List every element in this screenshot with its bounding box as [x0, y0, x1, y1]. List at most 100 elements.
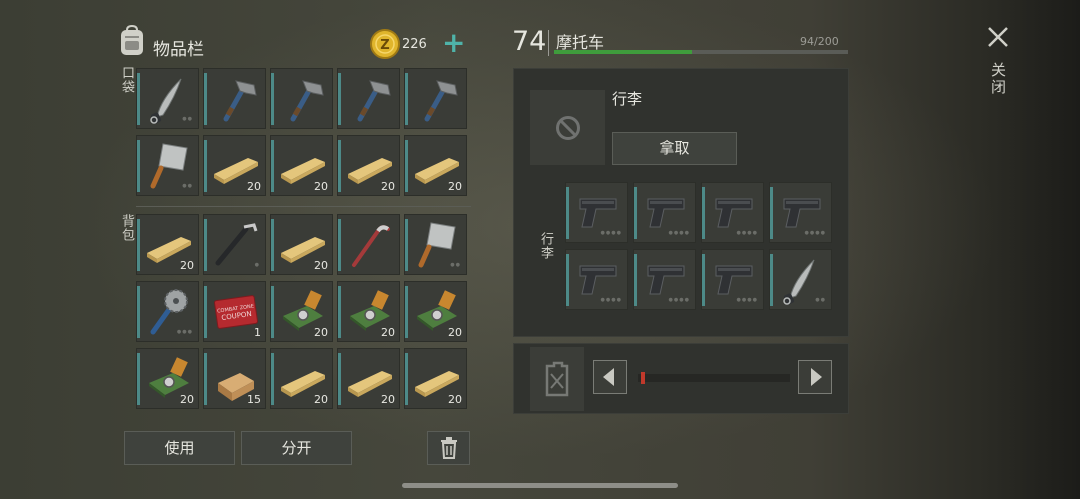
- vehicle-slot[interactable]: ●●●●: [769, 182, 832, 243]
- slot-accent-bar: [405, 140, 408, 192]
- pocket-slot[interactable]: 20: [337, 135, 400, 196]
- section-divider: [136, 206, 471, 207]
- slot-accent-bar: [770, 254, 773, 306]
- split-button[interactable]: 分开: [241, 431, 352, 465]
- add-coins-button[interactable]: +: [442, 26, 465, 60]
- item-count: 20: [448, 326, 462, 339]
- home-indicator: [402, 483, 678, 488]
- backpack-slot[interactable]: ●: [203, 214, 266, 275]
- backpack-slot[interactable]: 20: [337, 281, 400, 342]
- slot-accent-bar: [702, 187, 705, 239]
- coin-count: 226: [402, 37, 427, 52]
- pocket-label: 口袋: [119, 66, 134, 94]
- backpack-slot[interactable]: 20: [404, 281, 467, 342]
- item-count: 20: [180, 393, 194, 406]
- pocket-slot[interactable]: [404, 68, 467, 129]
- pocket-slot[interactable]: 20: [203, 135, 266, 196]
- slot-accent-bar: [271, 140, 274, 192]
- slot-accent-bar: [566, 254, 569, 306]
- fuel-slot: [530, 347, 584, 411]
- backpack-slot[interactable]: 20: [270, 348, 333, 409]
- item-count: 20: [448, 393, 462, 406]
- backpack-slot[interactable]: 20: [270, 214, 333, 275]
- item-count: 20: [381, 180, 395, 193]
- backpack-slot[interactable]: 15: [203, 348, 266, 409]
- durability-dots: ●●●●: [668, 230, 690, 236]
- close-label: 关闭: [989, 62, 1007, 96]
- pocket-slot[interactable]: ●●: [136, 68, 199, 129]
- slot-accent-bar: [271, 353, 274, 405]
- pocket-slot[interactable]: [337, 68, 400, 129]
- durability-dots: ●●●●: [736, 297, 758, 303]
- durability-dots: ●●●●: [600, 230, 622, 236]
- hatchet-icon: [424, 80, 458, 122]
- slot-accent-bar: [271, 73, 274, 125]
- durability-dots: ●●●●: [668, 297, 690, 303]
- vehicle-slot[interactable]: ●●●●: [565, 182, 628, 243]
- item-count: 20: [448, 180, 462, 193]
- item-count: 20: [180, 259, 194, 272]
- hatchet-icon: [290, 80, 324, 122]
- slot-accent-bar: [770, 187, 773, 239]
- slot-accent-bar: [204, 219, 207, 271]
- backpack-slot[interactable]: 20: [270, 281, 333, 342]
- slot-accent-bar: [137, 73, 140, 125]
- pocket-slot[interactable]: 20: [404, 135, 467, 196]
- luggage-title: 行李: [612, 90, 643, 108]
- luggage-preview: [530, 90, 605, 165]
- fuel-decrease-button[interactable]: [593, 360, 627, 394]
- vehicle-level: 74: [512, 26, 547, 57]
- close-icon: [988, 27, 1008, 47]
- vehicle-slot[interactable]: ●●●●: [633, 182, 696, 243]
- take-button[interactable]: 拿取: [612, 132, 737, 165]
- fuel-increase-button[interactable]: [798, 360, 832, 394]
- luggage-side-label: 行李: [538, 232, 553, 260]
- item-count: 20: [381, 393, 395, 406]
- backpack-slot[interactable]: ●●●: [136, 281, 199, 342]
- arrow-left-icon: [603, 368, 614, 386]
- slot-accent-bar: [405, 73, 408, 125]
- fuel-track[interactable]: [638, 374, 790, 382]
- backpack-slot[interactable]: [337, 214, 400, 275]
- slot-accent-bar: [204, 353, 207, 405]
- slot-accent-bar: [634, 254, 637, 306]
- slot-accent-bar: [405, 286, 408, 338]
- durability-dots: ●●●●: [600, 297, 622, 303]
- close-button[interactable]: 关闭: [982, 22, 1014, 102]
- capacity-track: [554, 50, 848, 54]
- backpack-label: 背包: [119, 214, 134, 242]
- backpack-slot[interactable]: 20: [136, 348, 199, 409]
- backpack-slot[interactable]: ●●: [404, 214, 467, 275]
- fuel-marker[interactable]: [641, 372, 646, 384]
- vehicle-slot[interactable]: ●●●●: [701, 249, 764, 310]
- backpack-slot[interactable]: 20: [136, 214, 199, 275]
- inventory-title: 物品栏: [153, 40, 204, 60]
- pocket-slot[interactable]: [270, 68, 333, 129]
- backpack-slot[interactable]: 20: [404, 348, 467, 409]
- slot-accent-bar: [204, 140, 207, 192]
- backpack-slot[interactable]: 20: [337, 348, 400, 409]
- use-button[interactable]: 使用: [124, 431, 235, 465]
- coin-icon: Z: [370, 29, 400, 59]
- backpack-slot[interactable]: COMBAT ZONE COUPON 1: [203, 281, 266, 342]
- trash-button[interactable]: [427, 431, 470, 465]
- slot-accent-bar: [338, 219, 341, 271]
- vehicle-slot[interactable]: ●●: [769, 249, 832, 310]
- pocket-slot[interactable]: [203, 68, 266, 129]
- vehicle-slot[interactable]: ●●●●: [565, 249, 628, 310]
- durability-dots: ●●: [815, 297, 826, 303]
- vehicle-slot[interactable]: ●●●●: [701, 182, 764, 243]
- hatchet-icon: [223, 80, 257, 122]
- svg-text:Z: Z: [380, 38, 389, 53]
- slot-accent-bar: [338, 353, 341, 405]
- vehicle-slot[interactable]: ●●●●: [633, 249, 696, 310]
- pry-bar-icon: [352, 225, 390, 267]
- slot-accent-bar: [204, 73, 207, 125]
- item-count: 20: [314, 180, 328, 193]
- item-count: 20: [314, 259, 328, 272]
- durability-dots: ●●: [450, 262, 461, 268]
- durability-dots: ●●●●: [804, 230, 826, 236]
- pocket-slot[interactable]: ●●: [136, 135, 199, 196]
- pocket-slot[interactable]: 20: [270, 135, 333, 196]
- slot-accent-bar: [405, 353, 408, 405]
